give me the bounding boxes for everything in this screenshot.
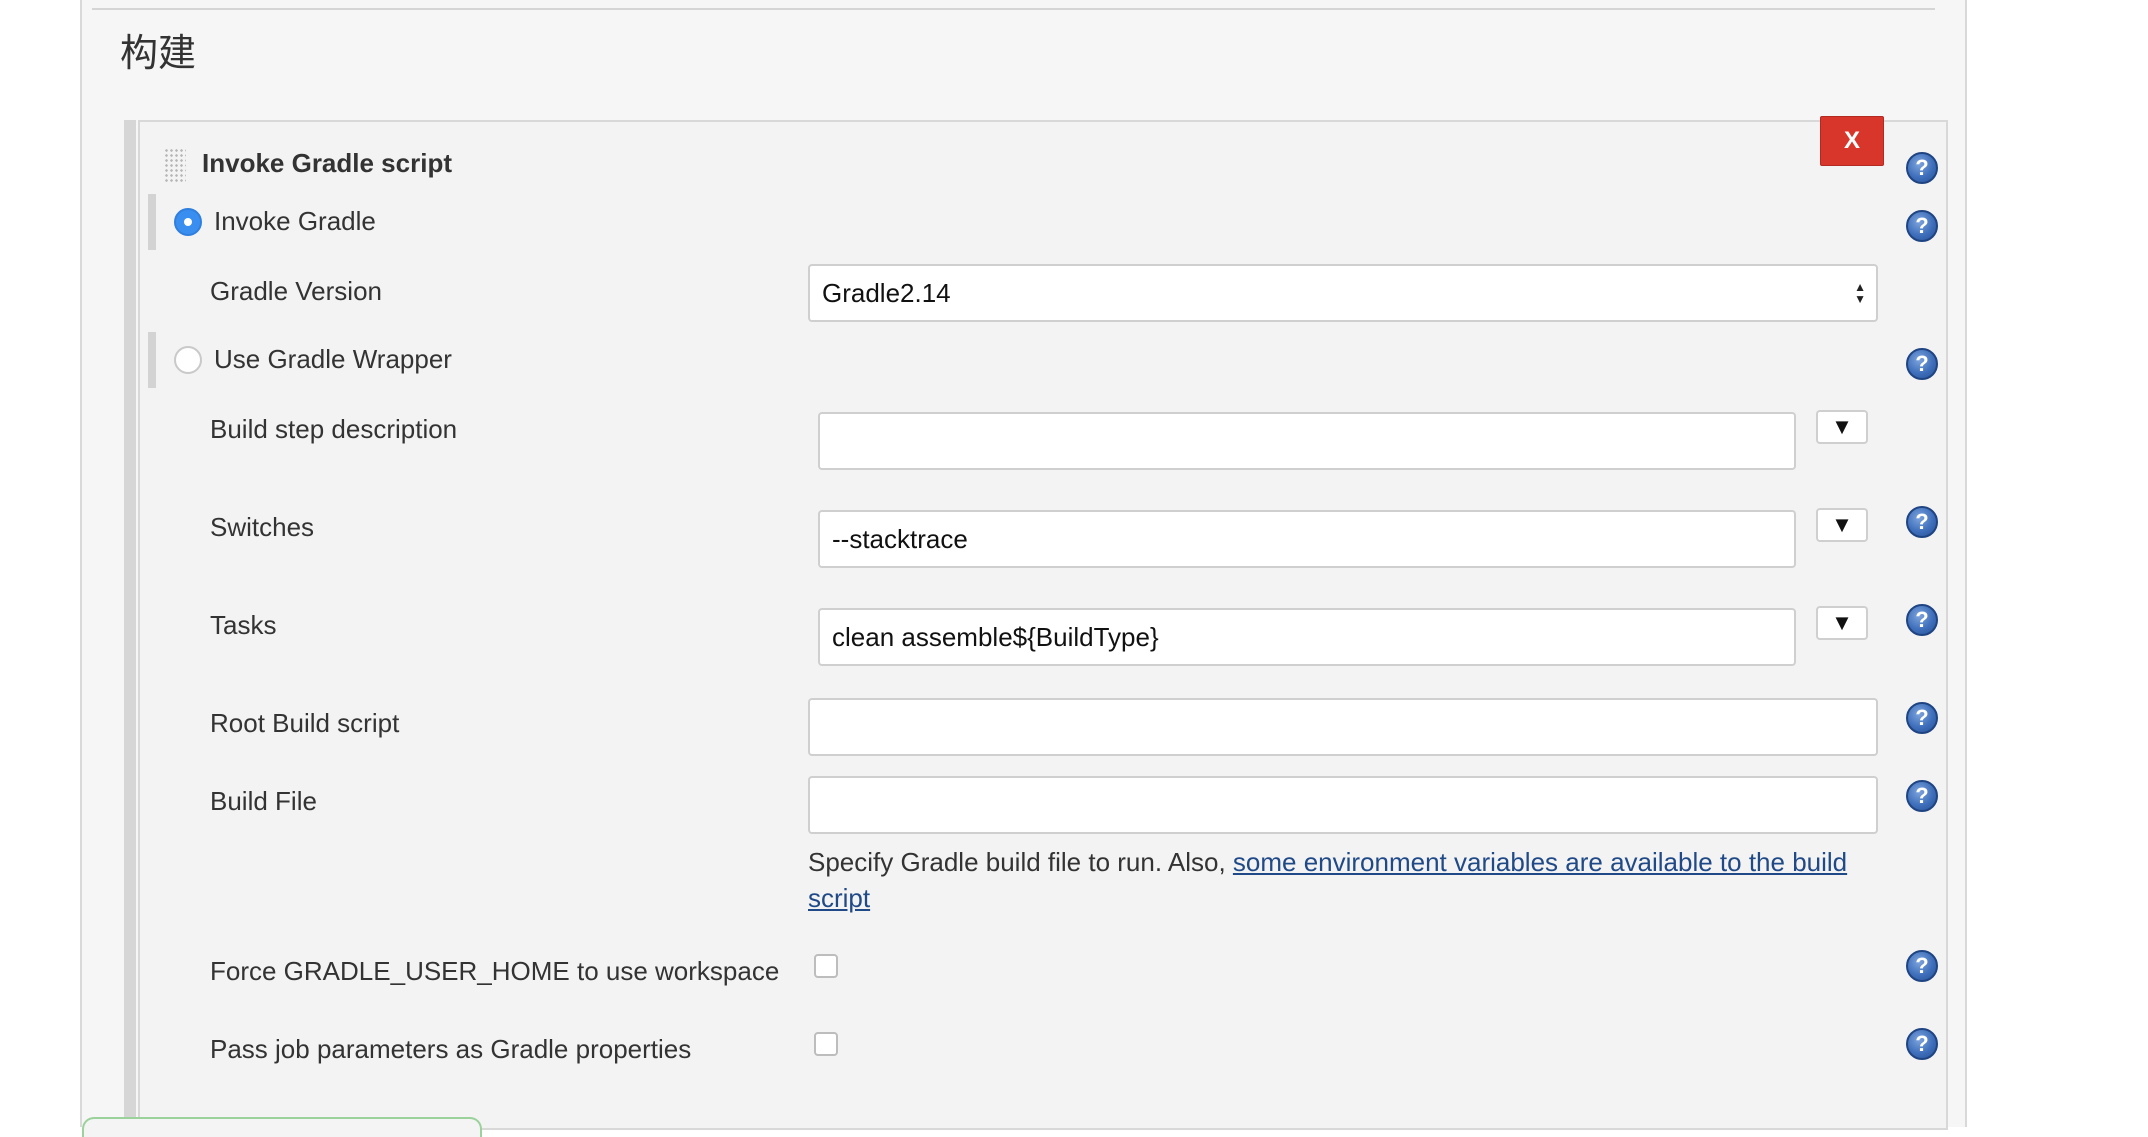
radio-group-bar bbox=[148, 332, 156, 388]
build-step-panel-body: Invoke Gradle script X ? Invoke Gradle ?… bbox=[138, 116, 1948, 1130]
help-icon[interactable]: ? bbox=[1906, 210, 1938, 242]
gradle-version-label: Gradle Version bbox=[210, 276, 382, 306]
root-build-script-label: Root Build script bbox=[210, 708, 400, 738]
invoke-gradle-radio[interactable] bbox=[174, 208, 202, 236]
switches-input[interactable]: --stacktrace bbox=[818, 510, 1796, 568]
config-page: 构建 Invoke Gradle script X ? Invoke Gradl… bbox=[80, 0, 1967, 1137]
select-down-icon: ▼ bbox=[1854, 292, 1866, 306]
use-gradle-wrapper-label: Use Gradle Wrapper bbox=[214, 344, 452, 374]
delete-step-button[interactable]: X bbox=[1820, 116, 1884, 166]
build-step-description-label: Build step description bbox=[210, 414, 458, 444]
help-icon[interactable]: ? bbox=[1906, 950, 1938, 982]
switches-label: Switches bbox=[210, 512, 315, 542]
add-build-step-tab[interactable] bbox=[82, 1117, 482, 1137]
drag-handle-icon[interactable] bbox=[164, 148, 186, 182]
tasks-label: Tasks bbox=[210, 610, 277, 640]
expand-textarea-button[interactable]: ▼ bbox=[1816, 606, 1868, 640]
pass-job-parameters-checkbox[interactable] bbox=[814, 1032, 838, 1056]
build-step-panel: Invoke Gradle script X ? Invoke Gradle ?… bbox=[124, 116, 1948, 1130]
help-icon[interactable]: ? bbox=[1906, 152, 1938, 184]
build-file-help-text: Specify Gradle build file to run. Also, … bbox=[808, 844, 1868, 916]
help-icon[interactable]: ? bbox=[1906, 780, 1938, 812]
expand-textarea-button[interactable]: ▼ bbox=[1816, 508, 1868, 542]
help-icon[interactable]: ? bbox=[1906, 702, 1938, 734]
gradle-version-value: Gradle2.14 bbox=[822, 277, 951, 308]
build-file-help-prefix: Specify Gradle build file to run. Also, bbox=[808, 847, 1233, 877]
section-title: 构建 bbox=[120, 31, 197, 75]
force-gradle-user-home-checkbox[interactable] bbox=[814, 954, 838, 978]
invoke-gradle-label: Invoke Gradle bbox=[214, 206, 376, 236]
build-file-label: Build File bbox=[210, 786, 317, 816]
help-icon[interactable]: ? bbox=[1906, 506, 1938, 538]
help-icon[interactable]: ? bbox=[1906, 348, 1938, 380]
help-icon[interactable]: ? bbox=[1906, 1028, 1938, 1060]
build-file-input[interactable] bbox=[808, 776, 1878, 834]
tasks-input[interactable]: clean assemble${BuildType} bbox=[818, 608, 1796, 666]
build-step-description-input[interactable] bbox=[818, 412, 1796, 470]
select-arrows-icon: ▲ ▼ bbox=[1854, 281, 1866, 305]
force-gradle-user-home-label: Force GRADLE_USER_HOME to use workspace bbox=[210, 956, 780, 986]
root-build-script-input[interactable] bbox=[808, 698, 1878, 756]
step-title: Invoke Gradle script bbox=[202, 148, 452, 178]
pass-job-parameters-label: Pass job parameters as Gradle properties bbox=[210, 1034, 692, 1064]
help-icon[interactable]: ? bbox=[1906, 604, 1938, 636]
gradle-version-select[interactable]: Gradle2.14 ▲ ▼ bbox=[808, 264, 1878, 322]
use-gradle-wrapper-radio[interactable] bbox=[174, 346, 202, 374]
expand-textarea-button[interactable]: ▼ bbox=[1816, 410, 1868, 444]
section-divider bbox=[92, 8, 1935, 10]
radio-group-bar bbox=[148, 194, 156, 250]
